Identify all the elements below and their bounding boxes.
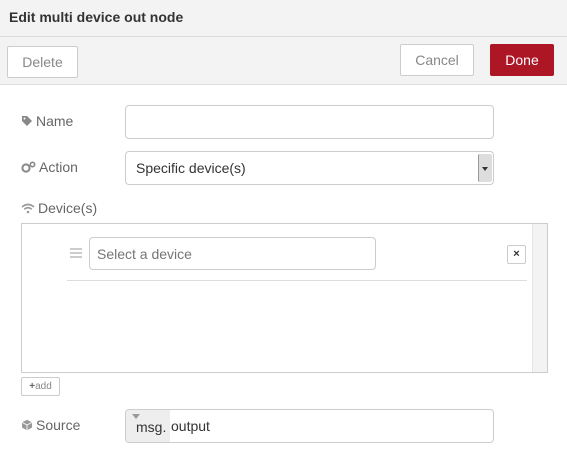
device-input[interactable]: [89, 237, 376, 270]
caret-down-icon: [132, 414, 140, 419]
name-label-row: Name: [21, 113, 73, 129]
source-label-row: Source: [21, 417, 80, 433]
cube-icon: [21, 419, 33, 431]
tag-icon: [21, 115, 33, 127]
wifi-icon: [21, 203, 35, 214]
action-label: Action: [39, 159, 78, 175]
chevron-down-icon[interactable]: [478, 154, 492, 182]
devices-label-row: Device(s): [21, 200, 97, 216]
source-typed-input[interactable]: msg. output: [125, 409, 494, 443]
name-input[interactable]: [125, 105, 494, 139]
cogs-icon: [21, 160, 36, 174]
devices-list: ×: [21, 223, 548, 373]
source-type-label: msg.: [136, 419, 167, 435]
add-device-button[interactable]: +add: [21, 377, 60, 396]
list-item: ×: [67, 224, 527, 281]
action-label-row: Action: [21, 159, 78, 175]
source-value[interactable]: output: [170, 410, 210, 442]
delete-button[interactable]: Delete: [7, 46, 78, 78]
devices-label: Device(s): [38, 200, 98, 216]
cancel-button[interactable]: Cancel: [400, 44, 474, 76]
name-label: Name: [36, 113, 74, 129]
close-icon[interactable]: ×: [507, 245, 526, 264]
tray-title: Edit multi device out node: [9, 9, 184, 25]
drag-handle-icon[interactable]: [70, 248, 82, 260]
tray-header: Edit multi device out node: [0, 0, 567, 37]
devices-scrollbar[interactable]: [532, 224, 547, 372]
action-select[interactable]: Specific device(s): [125, 151, 494, 185]
done-button[interactable]: Done: [490, 44, 554, 76]
tray-toolbar: Delete Cancel Done: [0, 37, 567, 85]
edit-form-panel: Name Action Specific device(s) Device(s): [0, 85, 567, 470]
add-device-label: add: [35, 381, 52, 392]
source-label: Source: [36, 417, 81, 433]
source-type-selector[interactable]: msg.: [126, 410, 170, 442]
action-select-value: Specific device(s): [136, 160, 246, 176]
